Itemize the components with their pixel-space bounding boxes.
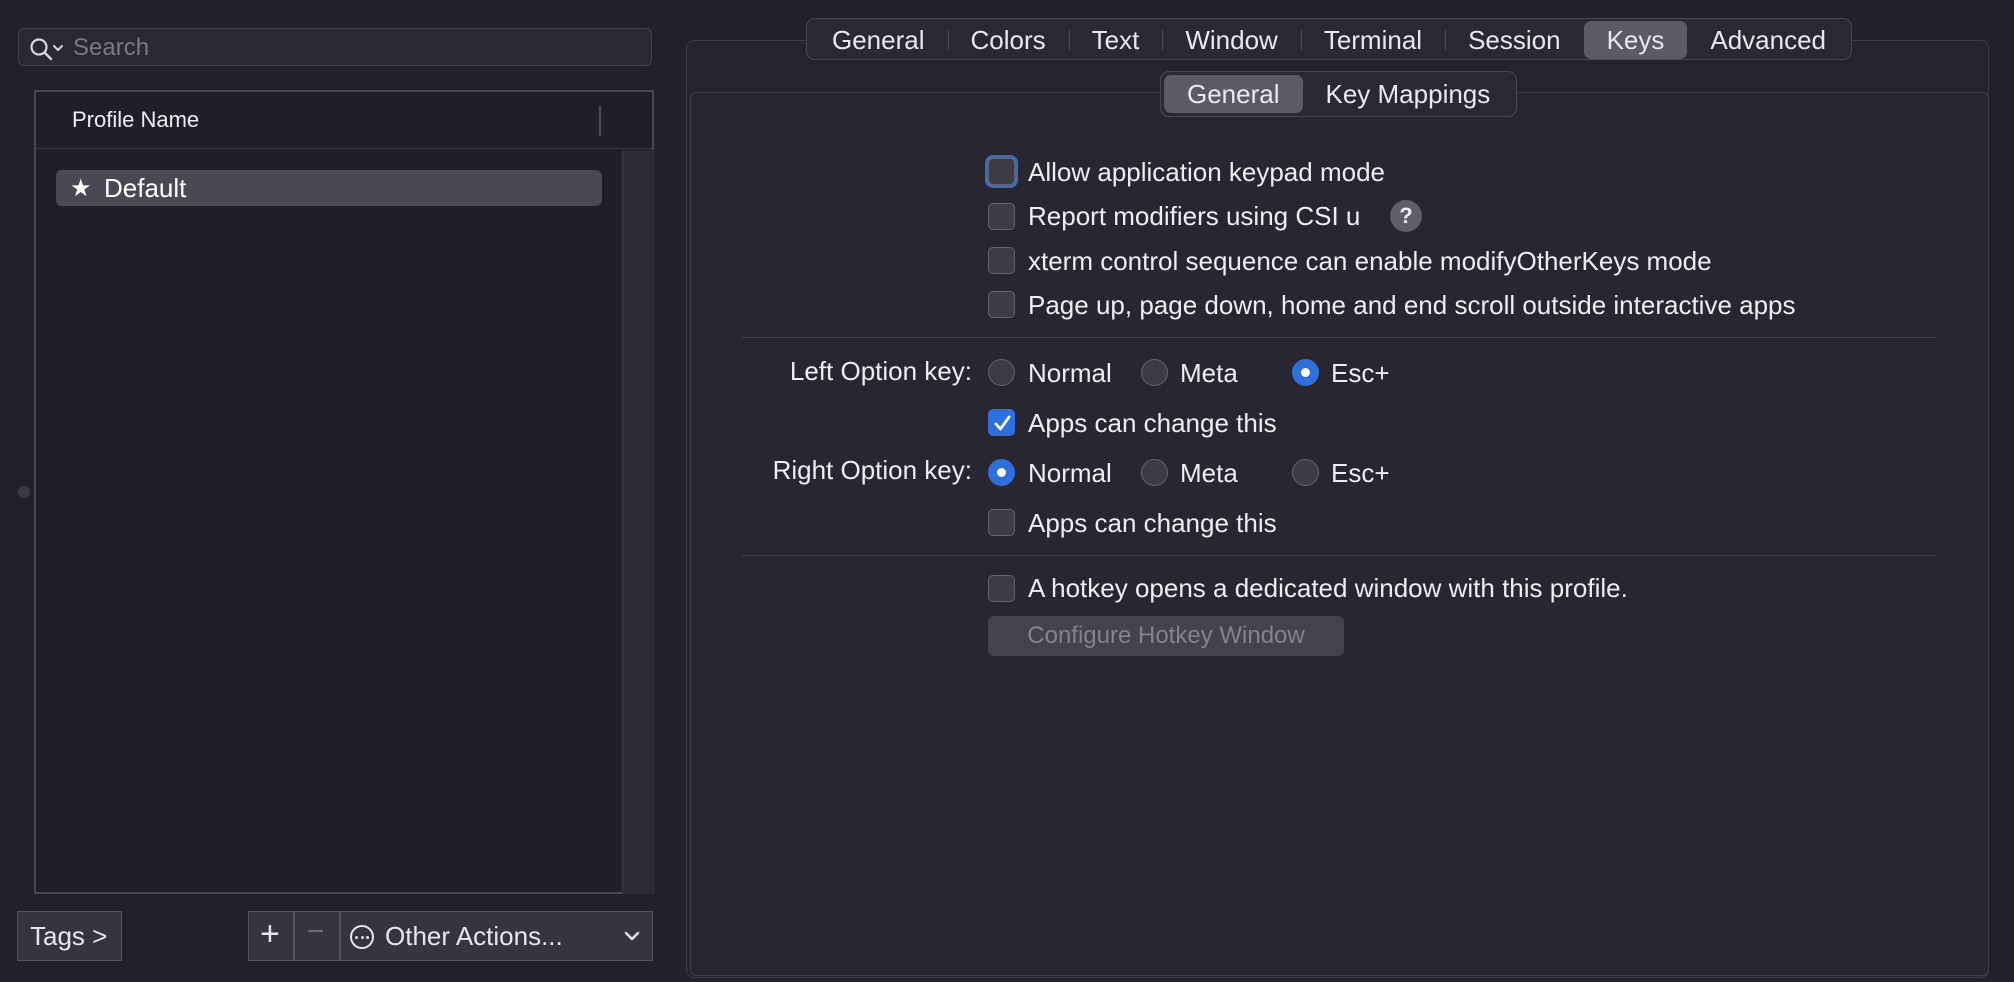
settings-tab-bar: General Colors Text Window Terminal Sess… <box>806 18 1853 60</box>
checkmark-icon <box>994 415 1011 431</box>
section-divider <box>742 555 1936 556</box>
right-apps-can-change-label: Apps can change this <box>1028 508 1277 538</box>
ellipsis-circle-icon <box>350 925 374 949</box>
left-option-normal-label: Normal <box>1028 358 1112 388</box>
left-option-normal-radio[interactable] <box>988 359 1015 386</box>
tab-terminal[interactable]: Terminal <box>1300 21 1445 59</box>
tab-window[interactable]: Window <box>1162 21 1300 59</box>
left-option-meta-radio[interactable] <box>1141 359 1168 386</box>
split-view-handle[interactable] <box>18 486 30 498</box>
page-scroll-checkbox[interactable] <box>988 291 1015 318</box>
tab-general[interactable]: General <box>809 21 948 59</box>
right-option-key-label: Right Option key: <box>772 455 972 485</box>
right-option-normal-radio[interactable] <box>988 459 1015 486</box>
left-option-esc-label: Esc+ <box>1331 358 1390 388</box>
keys-subtab-bar: General Key Mappings <box>1160 71 1518 117</box>
left-apps-can-change-label: Apps can change this <box>1028 408 1277 438</box>
keypad-mode-label: Allow application keypad mode <box>1028 157 1385 187</box>
column-separator <box>599 106 601 136</box>
tags-button-label: Tags > <box>30 921 108 951</box>
profile-name-column-header[interactable]: Profile Name <box>72 107 199 133</box>
left-option-esc-radio[interactable] <box>1292 359 1319 386</box>
csi-u-checkbox[interactable] <box>988 203 1015 230</box>
right-option-normal-label: Normal <box>1028 458 1112 488</box>
tags-button[interactable]: Tags > <box>17 911 122 961</box>
profile-list[interactable]: Profile Name ★ Default <box>34 90 655 894</box>
subtab-general[interactable]: General <box>1164 75 1303 113</box>
profile-row-default[interactable]: ★ Default <box>56 170 602 206</box>
right-apps-can-change-checkbox[interactable] <box>988 509 1015 536</box>
tab-colors[interactable]: Colors <box>947 21 1069 59</box>
csi-u-label: Report modifiers using CSI u <box>1028 201 1361 231</box>
other-actions-label: Other Actions... <box>385 921 563 951</box>
right-option-esc-radio[interactable] <box>1292 459 1319 486</box>
left-option-meta-label: Meta <box>1180 358 1238 388</box>
right-option-esc-label: Esc+ <box>1331 458 1390 488</box>
tab-text[interactable]: Text <box>1068 21 1163 59</box>
remove-profile-button[interactable]: − <box>294 911 340 961</box>
add-profile-button[interactable]: + <box>248 911 294 961</box>
left-option-key-label: Left Option key: <box>789 356 972 386</box>
left-apps-can-change-checkbox[interactable] <box>988 409 1015 436</box>
configure-hotkey-window-button[interactable]: Configure Hotkey Window <box>988 616 1344 656</box>
section-divider <box>742 337 1936 338</box>
modify-other-keys-label: xterm control sequence can enable modify… <box>1028 246 1712 276</box>
page-scroll-label: Page up, page down, home and end scroll … <box>1028 290 1796 320</box>
search-input[interactable] <box>71 33 635 63</box>
search-field[interactable] <box>18 28 652 66</box>
modify-other-keys-checkbox[interactable] <box>988 247 1015 274</box>
tab-session[interactable]: Session <box>1445 21 1584 59</box>
right-option-meta-radio[interactable] <box>1141 459 1168 486</box>
subtab-key-mappings[interactable]: Key Mappings <box>1303 75 1514 113</box>
tab-keys[interactable]: Keys <box>1583 21 1688 59</box>
right-option-meta-label: Meta <box>1180 458 1238 488</box>
chevron-down-icon <box>624 931 640 941</box>
help-icon[interactable]: ? <box>1390 200 1422 232</box>
tab-advanced[interactable]: Advanced <box>1687 21 1849 59</box>
plus-icon: + <box>260 915 280 953</box>
minus-icon: − <box>307 915 325 948</box>
profile-list-scrollbar[interactable] <box>622 150 655 894</box>
profile-name: Default <box>104 173 187 203</box>
star-icon: ★ <box>70 175 92 202</box>
other-actions-button[interactable]: Other Actions... <box>340 911 653 961</box>
profile-list-header[interactable]: Profile Name <box>36 92 652 149</box>
hotkey-window-label: A hotkey opens a dedicated window with t… <box>1028 573 1628 603</box>
keypad-mode-checkbox[interactable] <box>988 158 1015 185</box>
hotkey-window-checkbox[interactable] <box>988 575 1015 602</box>
search-icon[interactable] <box>29 37 69 61</box>
